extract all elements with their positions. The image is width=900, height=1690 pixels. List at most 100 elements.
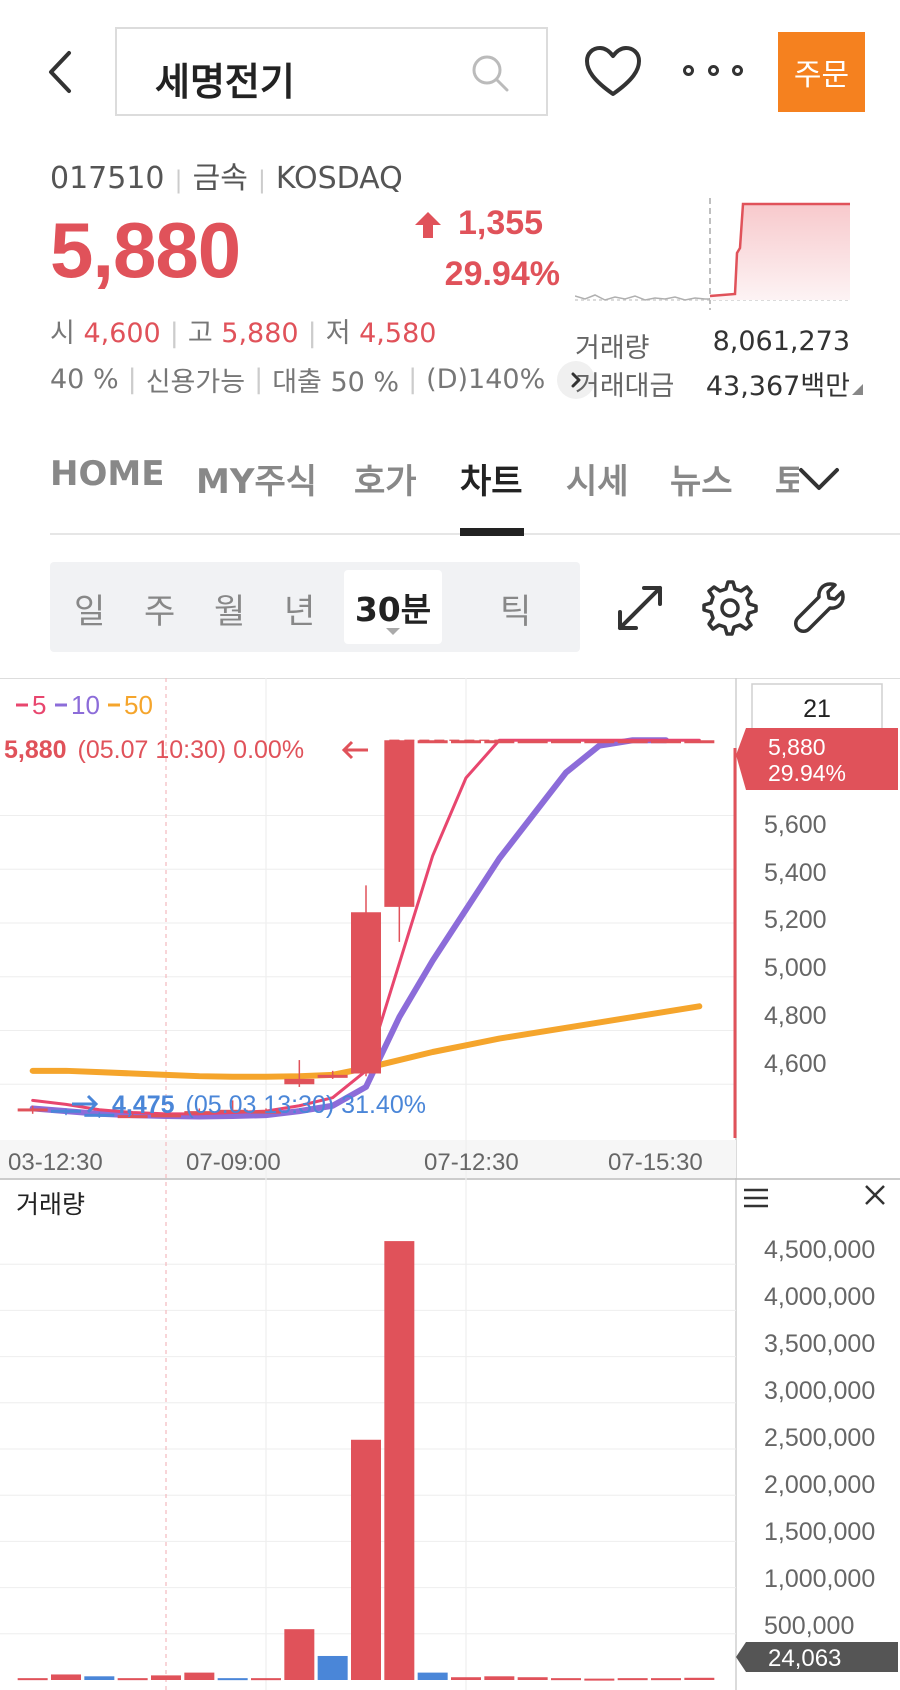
period-year[interactable]: 년 <box>284 584 315 633</box>
more-menu-button[interactable] <box>683 55 743 85</box>
stock-sector: 금속 <box>192 161 248 196</box>
low-label: 저 <box>325 318 351 349</box>
active-tab-indicator <box>460 528 524 536</box>
volume-bar <box>617 1678 648 1681</box>
volume-bar <box>117 1678 148 1681</box>
current-price-tag-value: 5,880 <box>768 734 826 760</box>
back-button[interactable] <box>40 44 80 100</box>
up-arrow-icon <box>415 212 441 238</box>
volume-bar <box>284 1629 315 1680</box>
settings-gear-icon[interactable] <box>700 578 760 638</box>
current-volume-value: 24,063 <box>768 1645 841 1672</box>
volume-axis-label: 1,000,000 <box>764 1565 875 1593</box>
volume-bar <box>451 1677 481 1680</box>
tab-quote[interactable]: 호가 <box>354 454 417 503</box>
section-tabs: HOME MY주식 호가 차트 시세 뉴스 토 <box>50 448 840 538</box>
loan-rate: 대출 50 % <box>272 367 400 398</box>
candle-body <box>417 740 448 744</box>
ma-legend: 5 10 50 <box>16 690 153 720</box>
candle-body <box>51 1109 81 1113</box>
tab-price[interactable]: 시세 <box>566 454 629 503</box>
high-price: 5,880 <box>221 318 299 349</box>
current-price-tag-pct: 29.94% <box>768 760 846 786</box>
candle-body <box>551 740 581 744</box>
low-price: 4,580 <box>359 318 437 349</box>
margin-rate: 40 % <box>50 364 119 395</box>
candle-body <box>584 740 615 744</box>
trade-amount-value: 43,367백만 <box>705 371 850 402</box>
tab-home[interactable]: HOME <box>50 454 164 494</box>
trade-amount-label: 거래대금 <box>575 371 675 402</box>
price-change-percent: 29.94% <box>444 255 560 293</box>
volume-value: 8,061,273 <box>712 326 850 357</box>
volume-axis-label: 1,500,000 <box>764 1518 875 1546</box>
tab-chart[interactable]: 차트 <box>460 454 523 503</box>
volume-bar <box>51 1674 81 1680</box>
expand-corner-icon[interactable] <box>852 384 863 395</box>
period-week[interactable]: 주 <box>144 584 175 633</box>
volume-axis-label: 4,500,000 <box>764 1236 875 1264</box>
stock-search-field[interactable]: 세명전기 <box>115 27 548 116</box>
period-count-value[interactable]: 21 <box>803 695 831 723</box>
trade-amount-row: 거래대금 43,367백만 <box>575 364 850 403</box>
volume-bar <box>417 1672 448 1680</box>
period-month[interactable]: 월 <box>214 584 245 633</box>
candle-body <box>617 740 648 744</box>
tab-news[interactable]: 뉴스 <box>670 454 742 503</box>
volume-bar <box>684 1677 715 1680</box>
candle-body <box>384 740 415 907</box>
period-day[interactable]: 일 <box>74 584 105 633</box>
period-tick[interactable]: 틱 <box>500 584 531 633</box>
price-volume-chart[interactable]: 5 10 50 5,880 (05.07 10:30) 0.00% 4,475 … <box>0 678 900 1690</box>
candle-body <box>317 1074 348 1078</box>
volume-bar <box>317 1655 348 1680</box>
chart-area[interactable]: 5 10 50 5,880 (05.07 10:30) 0.00% 4,475 … <box>0 678 900 1690</box>
heart-icon <box>585 46 641 96</box>
min-price-label: 4,475 (05.03 13:30) 31.40% <box>112 1091 426 1119</box>
volume-bar <box>251 1678 281 1681</box>
tab-my-stock[interactable]: MY주식 <box>196 454 317 503</box>
open-label: 시 <box>50 318 75 349</box>
time-axis-label: 03-12:30 <box>8 1149 103 1176</box>
stock-code: 017510 <box>50 161 165 196</box>
fullscreen-icon[interactable] <box>610 578 670 638</box>
period-selector: 일 주 월 년 30분 틱 <box>50 562 580 652</box>
hamburger-menu-icon[interactable] <box>744 1188 768 1208</box>
current-volume-tag: 24,063 <box>736 1642 898 1672</box>
ma5-legend-label: 5 <box>32 690 46 720</box>
candle-body <box>351 912 381 1074</box>
volume-axis-label: 500,000 <box>764 1612 854 1640</box>
volume-bar <box>517 1677 548 1680</box>
ma10-legend-label: 10 <box>71 690 100 720</box>
volume-axis-label: 3,500,000 <box>764 1330 875 1358</box>
price-axis-label: 5,400 <box>764 859 827 887</box>
volume-axis-label: 4,000,000 <box>764 1283 875 1311</box>
close-icon[interactable] <box>865 1185 885 1205</box>
order-button[interactable]: 주문 <box>778 32 865 112</box>
ma10-line <box>29 737 669 1120</box>
favorite-button[interactable] <box>583 44 643 100</box>
volume-label: 거래량 <box>575 333 650 364</box>
candle-body <box>84 1113 115 1117</box>
open-high-low: 시 4,600 | 고 5,880 | 저 4,580 <box>50 318 437 349</box>
volume-bar <box>184 1672 215 1680</box>
candle-body <box>17 1108 48 1112</box>
volume-bar <box>351 1439 381 1680</box>
credit-status: 신용가능 <box>145 367 246 398</box>
candle-body <box>684 740 715 744</box>
candle-body <box>451 740 481 744</box>
period-30min[interactable]: 30분 <box>344 570 442 644</box>
high-label: 고 <box>187 318 213 349</box>
candle-body <box>284 1078 315 1085</box>
search-icon[interactable] <box>470 53 510 93</box>
trading-conditions: 40 % | 신용가능 | 대출 50 % | (D)140% <box>50 360 596 399</box>
stock-meta: 017510 | 금속 | KOSDAQ <box>50 161 403 196</box>
search-input-value[interactable]: 세명전기 <box>155 51 295 106</box>
wrench-icon[interactable] <box>790 578 850 638</box>
chevron-down-icon[interactable] <box>795 460 843 496</box>
volume-bar <box>151 1675 181 1680</box>
price-axis: 5,600 5,400 5,200 5,000 4,800 4,600 <box>764 811 827 1078</box>
candle-body <box>517 740 548 744</box>
time-axis-label: 07-15:30 <box>608 1149 703 1176</box>
intraday-mini-chart <box>575 198 850 310</box>
